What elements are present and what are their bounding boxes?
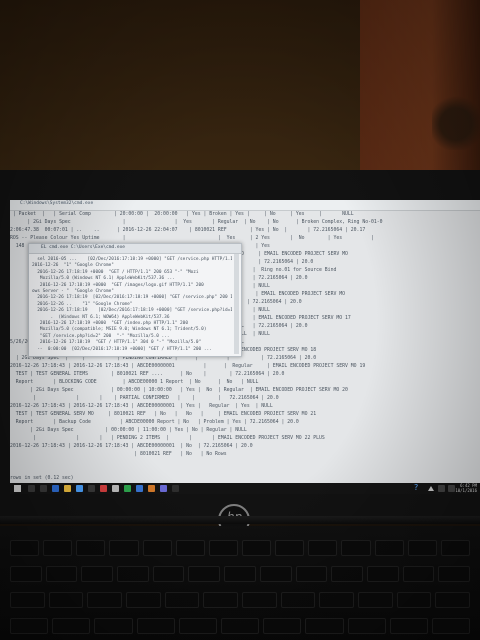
laptop-hinge — [0, 516, 480, 524]
keyboard-row — [10, 618, 471, 634]
folder-icon[interactable] — [64, 485, 71, 492]
console-row: | 8010021 REF | No | No Rows — [10, 452, 227, 457]
app-icon-3[interactable] — [172, 485, 179, 492]
tray-expand-icon[interactable] — [428, 486, 434, 491]
console-row: | Packet | | Serial Comp | 20:00:00 | 20… — [10, 212, 406, 217]
console-row: 2016-12-26 17:18:43 | 2016-12-26 17:18:4… — [10, 364, 366, 369]
laptop-keyboard — [0, 526, 480, 640]
task-view-icon[interactable] — [40, 485, 47, 492]
search-icon[interactable] — [28, 485, 35, 492]
edge-icon[interactable] — [52, 485, 59, 492]
overlay-cmd-window[interactable]: EL cmd.exe C:\Users\Exe\cmd.exe sel 2016… — [28, 243, 242, 357]
overlay-log-line: -- 0:00:00 [02/Dec/2016:17:18:19 +0000] … — [32, 346, 212, 352]
keyboard-row — [10, 540, 470, 556]
window-titlebar[interactable]: C:\Windows\System32\cmd.exe — [10, 200, 480, 211]
window-title: C:\Windows\System32\cmd.exe — [20, 201, 94, 206]
laptop-screen: C:\Windows\System32\cmd.exe | Packet | |… — [10, 200, 480, 494]
windows-taskbar: ? 6:42 PM 10/1/2016 — [10, 483, 480, 494]
network-icon[interactable] — [438, 485, 445, 492]
console-row: 2016-12-26 17:18:43 | 2016-12-26 17:18:4… — [10, 444, 253, 449]
overlay-title: EL cmd.exe C:\Users\Exe\cmd.exe — [41, 245, 125, 250]
console-row: | 2Gi Days Spec | 00:00:00 | 10:00:00 | … — [10, 388, 348, 393]
overlay-titlebar[interactable]: EL cmd.exe C:\Users\Exe\cmd.exe — [29, 244, 241, 254]
photo-scene: C:\Windows\System32\cmd.exe | Packet | |… — [0, 0, 480, 640]
console-row: rows in set (0.12 sec) — [10, 476, 74, 481]
console-row: Report | BLOCKING CODE | ABCDE00000 1 Re… — [10, 380, 259, 385]
console-row: | | | | PARTIAL CONFIRMED | | | 72.21650… — [10, 396, 279, 401]
chrome-icon[interactable] — [100, 485, 107, 492]
console-row — [10, 467, 480, 475]
word-icon[interactable] — [136, 485, 143, 492]
store-icon[interactable] — [76, 485, 83, 492]
terminal-icon[interactable] — [112, 485, 119, 492]
console-row: | | | | PENDING 2 ITEMS | | | EMAIL ENCO… — [10, 436, 325, 441]
excel-icon[interactable] — [124, 485, 131, 492]
app-icon-2[interactable] — [160, 485, 167, 492]
start-button[interactable] — [14, 485, 21, 492]
taskbar-clock[interactable]: 6:42 PM 10/1/2016 — [455, 483, 477, 493]
keyboard-row — [10, 592, 471, 608]
console-row: 2:06:47.38 00:07:01 | .. .. | 2016-12-26… — [10, 228, 366, 233]
console-row: TEST | TEST GENERAL SERV MO | 8010021 RE… — [10, 412, 317, 417]
background-plant — [432, 92, 480, 150]
console-row: 2016-12-26 17:18:43 | 2016-12-26 17:18:4… — [10, 404, 273, 409]
console-row: TEST | TEST GENERAL ITEMS | 8010021 REF … — [10, 372, 285, 377]
console-row: | 2Gi Days Spec | 00:00:00 | 11:00:00 | … — [10, 428, 247, 433]
mail-icon[interactable] — [88, 485, 95, 492]
console-row: ROS -- Please Colour Yes Uptime | | Yes … — [10, 236, 374, 241]
app-icon[interactable] — [148, 485, 155, 492]
background-door — [360, 0, 480, 180]
volume-icon[interactable] — [448, 485, 455, 492]
keyboard-row — [10, 566, 470, 582]
help-icon[interactable]: ? — [414, 483, 418, 492]
console-row — [10, 459, 480, 467]
overlay-scrollbar[interactable] — [234, 254, 239, 354]
overlay-log-text: sel 2016-05 ... [02/Dec/2016:17:18:19 +0… — [32, 256, 232, 352]
console-row: | 2Gi Days Spec | | Yes | Regular | No |… — [10, 220, 383, 225]
console-row: Report | Backup Code | ABCDE00000 Report… — [10, 420, 299, 425]
